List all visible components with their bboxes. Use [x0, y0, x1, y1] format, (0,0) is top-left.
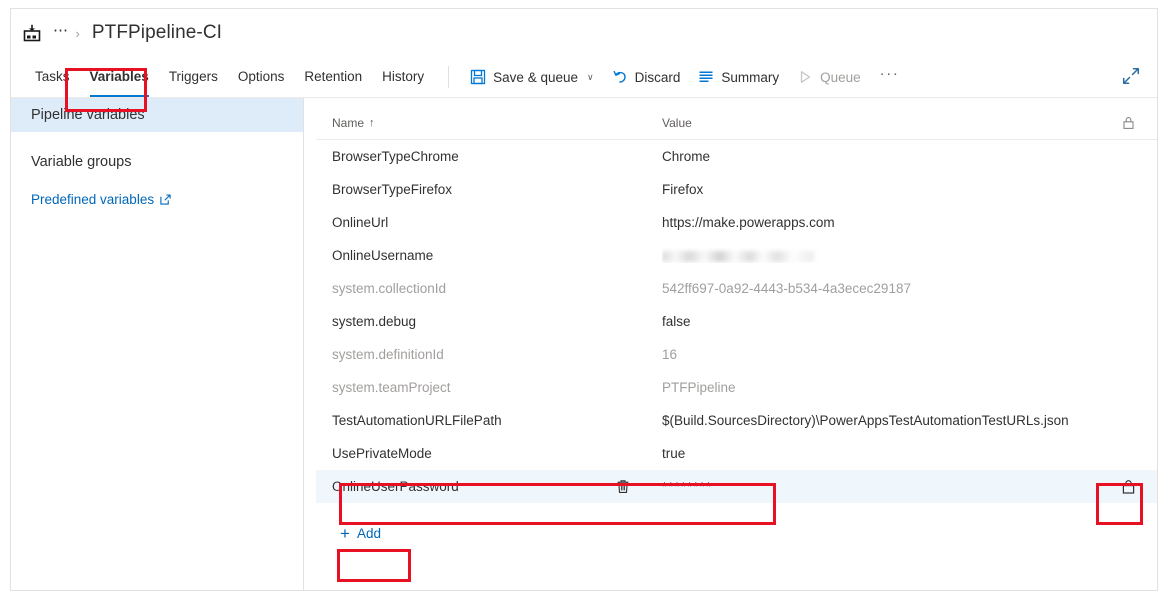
redacted-value [662, 250, 814, 262]
variables-table: Name ↑ Value BrowserTypeChrome Chrome Br… [304, 98, 1157, 591]
undo-icon [613, 70, 626, 83]
column-header-value-label: Value [662, 115, 692, 130]
add-row: + Add [316, 517, 1157, 549]
table-header-row: Name ↑ Value [316, 106, 1157, 140]
sidebar-item-label: Variable groups [31, 154, 132, 170]
page-header: ⋯ › PTFPipeline-CI [11, 9, 1157, 57]
summary-label: Summary [721, 69, 780, 85]
summary-button[interactable]: Summary [689, 62, 788, 92]
save-icon [471, 69, 486, 85]
expand-icon [1122, 67, 1140, 85]
discard-button[interactable]: Discard [603, 62, 690, 92]
table-row[interactable]: UsePrivateMode true [316, 437, 1157, 470]
trash-icon [617, 480, 629, 493]
column-header-name-label: Name [332, 115, 365, 130]
play-icon [800, 71, 811, 83]
toolbar-divider [448, 66, 450, 88]
variable-value-cell[interactable]: Chrome [662, 149, 1099, 164]
tab-variables[interactable]: Variables [80, 57, 159, 97]
tab-history[interactable]: History [372, 57, 434, 97]
sidebar: Pipeline variables Variable groups Prede… [11, 98, 304, 591]
variable-name-cell: system.teamProject [332, 380, 451, 395]
variable-value-cell[interactable] [662, 248, 1099, 263]
add-variable-button[interactable]: + Add [332, 522, 389, 545]
variable-name-cell: BrowserTypeFirefox [332, 182, 453, 197]
variable-value-cell[interactable]: $(Build.SourcesDirectory)\PowerAppsTestA… [662, 413, 1099, 428]
column-header-name[interactable]: Name ↑ [332, 116, 662, 130]
tab-retention[interactable]: Retention [294, 57, 372, 97]
table-row: system.definitionId 16 [316, 338, 1157, 371]
variable-name-cell: BrowserTypeChrome [332, 149, 459, 164]
variable-name-label: OnlineUserPassword [332, 479, 459, 494]
queue-label: Queue [820, 69, 861, 85]
variable-value-cell[interactable]: https://make.powerapps.com [662, 215, 1099, 230]
table-row[interactable]: system.debug false [316, 305, 1157, 338]
breadcrumb-chevron-icon: › [75, 25, 80, 41]
tab-options[interactable]: Options [228, 57, 295, 97]
column-header-lock [1099, 116, 1157, 130]
build-pipeline-icon [23, 24, 41, 42]
plus-icon: + [340, 523, 350, 543]
breadcrumb-ellipsis[interactable]: ⋯ [53, 23, 70, 44]
column-header-value[interactable]: Value [662, 116, 1099, 130]
save-and-queue-label: Save & queue [493, 69, 578, 85]
predefined-variables-link[interactable]: Predefined variables [11, 192, 303, 207]
table-row[interactable]: BrowserTypeFirefox Firefox [316, 173, 1157, 206]
table-row: system.teamProject PTFPipeline [316, 371, 1157, 404]
predefined-variables-label: Predefined variables [31, 192, 155, 207]
table-row: system.collectionId 542ff697-0a92-4443-b… [316, 272, 1157, 305]
chevron-down-icon[interactable]: ∨ [587, 72, 594, 83]
sidebar-item-variable-groups[interactable]: Variable groups [11, 145, 303, 179]
variable-value-cell[interactable]: Firefox [662, 182, 1099, 197]
variable-name-cell: system.definitionId [332, 347, 444, 362]
variable-name-cell: system.collectionId [332, 281, 447, 296]
queue-button: Queue [788, 62, 870, 92]
expand-button[interactable] [1121, 66, 1141, 91]
table-row[interactable]: BrowserTypeChrome Chrome [316, 140, 1157, 173]
sidebar-item-label: Pipeline variables [31, 107, 145, 123]
discard-label: Discard [634, 69, 681, 85]
tab-tasks[interactable]: Tasks [25, 57, 80, 97]
external-link-icon [160, 194, 171, 205]
toolbar: Tasks Variables Triggers Options Retenti… [11, 57, 1157, 98]
content-area: Pipeline variables Variable groups Prede… [11, 98, 1157, 591]
lock-icon [1122, 116, 1134, 129]
masked-password-value: ******** [662, 479, 713, 494]
table-row[interactable]: TestAutomationURLFilePath $(Build.Source… [316, 404, 1157, 437]
variable-value-cell: 542ff697-0a92-4443-b534-4a3ecec29187 [662, 281, 911, 296]
variable-value-cell: 16 [662, 347, 678, 362]
add-variable-label: Add [356, 525, 381, 541]
table-row[interactable]: OnlineUsername [316, 239, 1157, 272]
sidebar-item-pipeline-variables[interactable]: Pipeline variables [11, 98, 303, 132]
variable-value-cell[interactable]: true [662, 446, 1099, 461]
variable-name-cell: OnlineUrl [332, 215, 389, 230]
variable-name-cell: TestAutomationURLFilePath [332, 413, 502, 428]
variable-value-cell[interactable]: ******** [662, 479, 1099, 494]
variable-name-cell: system.debug [332, 314, 417, 329]
toolbar-overflow-button[interactable]: ··· [870, 66, 910, 88]
list-icon [699, 71, 713, 82]
pipeline-editor-window: ⋯ › PTFPipeline-CI Tasks Variables Trigg… [10, 8, 1158, 591]
variable-value-cell[interactable]: false [662, 314, 1099, 329]
page-title: PTFPipeline-CI [91, 22, 223, 43]
variable-lock-toggle[interactable] [1099, 479, 1157, 495]
sort-ascending-icon: ↑ [369, 116, 375, 129]
variable-name-cell: UsePrivateMode [332, 446, 432, 461]
table-row-selected[interactable]: OnlineUserPassword ******** [316, 470, 1157, 503]
delete-variable-button[interactable] [616, 479, 662, 494]
save-and-queue-button[interactable]: Save & queue ∨ [461, 62, 602, 92]
variable-value-cell: PTFPipeline [662, 380, 736, 395]
tab-triggers[interactable]: Triggers [159, 57, 228, 97]
table-row[interactable]: OnlineUrl https://make.powerapps.com [316, 206, 1157, 239]
lock-closed-icon [1122, 479, 1134, 494]
variable-name-cell: OnlineUsername [332, 248, 434, 263]
variable-name-cell: OnlineUserPassword [332, 479, 662, 494]
